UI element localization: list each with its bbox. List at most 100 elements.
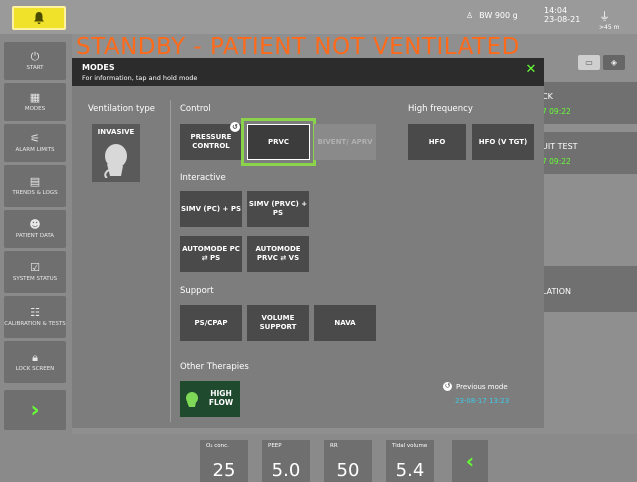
top-bar: ♙ BW 900 g 14:04 23-08-21 ⏚ >45 m [0, 0, 637, 34]
param-value: 50 [336, 460, 360, 481]
alarm-limits-icon: ⚟ [30, 131, 40, 145]
mode-volume-support-button[interactable]: VOLUME SUPPORT [247, 305, 309, 341]
sidebar-item-label: START [26, 64, 44, 71]
sidebar-item-alarm-limits[interactable]: ⚟ ALARM LIMITS [4, 124, 66, 162]
param-value: 25 [212, 460, 236, 481]
param-tidal-volume[interactable]: Tidal volume 5.4 [386, 440, 434, 482]
screen-layout-toggle: ▭ ◈ [578, 55, 625, 70]
close-icon[interactable]: ✕ [524, 63, 538, 77]
interactive-label: Interactive [180, 173, 226, 183]
mode-bivent-aprv-button[interactable]: BIVENT/ APRV [314, 124, 376, 160]
alarm-button[interactable] [12, 6, 66, 30]
mode-hfo-button[interactable]: HFO [408, 124, 466, 160]
clock: 14:04 23-08-21 [544, 6, 580, 24]
mode-label: AUTOMODE PRVC ⇄ VS [255, 245, 301, 262]
power-icon: ⏻ [30, 49, 40, 63]
mode-automode-prvc-vs-button[interactable]: AUTOMODE PRVC ⇄ VS [247, 236, 309, 272]
camera-icon[interactable]: ▭ [578, 55, 600, 70]
body-weight-value: BW 900 g [479, 11, 518, 20]
background-card-title: LATION [542, 287, 572, 296]
sidebar-item-calibration-tests[interactable]: ☷ CALIBRATION & TESTS [4, 296, 66, 338]
mode-simv-prvc-ps-button[interactable]: SIMV (PRVC) + PS [247, 191, 309, 227]
battery-text: >45 m [599, 24, 620, 31]
invasive-label: INVASIVE [97, 128, 135, 136]
mode-automode-pc-ps-button[interactable]: AUTOMODE PC ⇄ PS [180, 236, 242, 272]
high-flow-head-icon [186, 392, 198, 407]
mode-prvc-button[interactable]: PRVC [247, 124, 310, 160]
undo-icon: ↺ [443, 382, 452, 391]
previous-mode-label: Previous mode [456, 382, 508, 391]
param-label: O₂ conc. [206, 443, 229, 449]
battery-status: ⏚ >45 m [599, 8, 619, 31]
divider [170, 100, 171, 422]
high-flow-button[interactable]: HIGH FLOW [180, 381, 240, 417]
invasive-head-icon [104, 144, 127, 178]
high-flow-label: HIGH FLOW [208, 389, 234, 407]
baby-icon: ♙ [466, 11, 474, 20]
chevron-right-icon: › [30, 397, 40, 423]
mode-label: AUTOMODE PC ⇄ PS [182, 245, 240, 262]
background-card-title: UIT TEST [542, 142, 578, 151]
sidebar-item-trends-logs[interactable]: ▤ TRENDS & LOGS [4, 165, 66, 207]
sidebar-item-system-status[interactable]: ☑ SYSTEM STATUS [4, 251, 66, 293]
sidebar-item-label: MODES [24, 105, 46, 112]
mode-label: PS/CPAP [194, 318, 228, 327]
param-label: PEEP [268, 443, 282, 449]
invasive-button[interactable]: INVASIVE [92, 124, 140, 182]
system-icon: ☑ [30, 260, 40, 274]
bell-icon [34, 12, 44, 24]
status-title: STANDBY - PATIENT NOT VENTILATED [76, 34, 520, 60]
sidebar-item-label: SYSTEM STATUS [12, 275, 58, 282]
param-peep[interactable]: PEEP 5.0 [262, 440, 310, 482]
other-therapies-label: Other Therapies [180, 362, 249, 372]
bottom-back-button[interactable]: ‹ [452, 440, 488, 482]
mode-label: HFO [428, 137, 446, 146]
calibration-icon: ☷ [30, 305, 40, 319]
sidebar-item-label: ALARM LIMITS [15, 146, 55, 153]
clock-time: 14:04 [544, 6, 568, 15]
param-o2-conc[interactable]: O₂ conc. 25 [200, 440, 248, 482]
bottom-bar [0, 434, 637, 482]
mode-label: PRVC [267, 137, 290, 146]
sidebar-item-modes[interactable]: ▦ MODES [4, 83, 66, 121]
sidebar-item-label: CALIBRATION & TESTS [4, 320, 66, 327]
patient-icon: ☻ [29, 217, 41, 231]
ventilation-type-label: Ventilation type [88, 104, 156, 114]
trends-icon: ▤ [29, 174, 41, 188]
mode-label: PRESSURE CONTROL [190, 133, 232, 150]
background-card-date: 7 09:22 [542, 107, 571, 116]
plug-icon: ⏚ [599, 10, 610, 23]
background-card-check[interactable]: CK 7 09:22 [534, 82, 637, 124]
background-card-ventilation[interactable]: LATION [534, 266, 637, 312]
high-frequency-label: High frequency [408, 104, 473, 114]
sidebar-item-start[interactable]: ⏻ START [4, 42, 66, 80]
sidebar-item-label: LOCK SCREEN [15, 365, 55, 372]
mode-hfo-vtgt-button[interactable]: HFO (V TGT) [472, 124, 534, 160]
mode-label: HFO (V TGT) [478, 137, 528, 146]
background-card-date: 7 09:22 [542, 157, 571, 166]
sidebar-item-lock-screen[interactable]: 🔒︎ LOCK SCREEN [4, 341, 66, 383]
modes-dialog-subtitle: For information, tap and hold mode [82, 74, 198, 82]
mode-label: SIMV (PRVC) + PS [248, 200, 308, 217]
control-label: Control [180, 104, 211, 114]
mode-simv-pc-ps-button[interactable]: SIMV (PC) + PS [180, 191, 242, 227]
param-label: RR [330, 443, 338, 449]
param-rr[interactable]: RR 50 [324, 440, 372, 482]
mode-nava-button[interactable]: NAVA [314, 305, 376, 341]
sidebar-next-button[interactable]: › [4, 390, 66, 430]
background-card-circuit-test[interactable]: UIT TEST 7 09:22 [534, 132, 637, 174]
body-weight: ♙ BW 900 g [466, 11, 518, 20]
previous-mode-date: 23-08-17 13:23 [455, 397, 510, 405]
sidebar-item-patient-data[interactable]: ☻ PATIENT DATA [4, 210, 66, 248]
sidebar-item-label: PATIENT DATA [15, 232, 55, 239]
support-label: Support [180, 286, 214, 296]
mode-label: NAVA [334, 318, 356, 327]
modes-dialog-title: MODES [82, 63, 115, 72]
previous-mode-button[interactable]: ↺ Previous mode [443, 382, 508, 391]
mode-ps-cpap-button[interactable]: PS/CPAP [180, 305, 242, 341]
param-label: Tidal volume [392, 443, 428, 449]
sidebar: ⏻ START ▦ MODES ⚟ ALARM LIMITS ▤ TRENDS … [0, 34, 72, 434]
layers-icon[interactable]: ◈ [603, 55, 625, 70]
param-value: 5.4 [395, 460, 425, 481]
sidebar-item-label: TRENDS & LOGS [12, 189, 58, 196]
